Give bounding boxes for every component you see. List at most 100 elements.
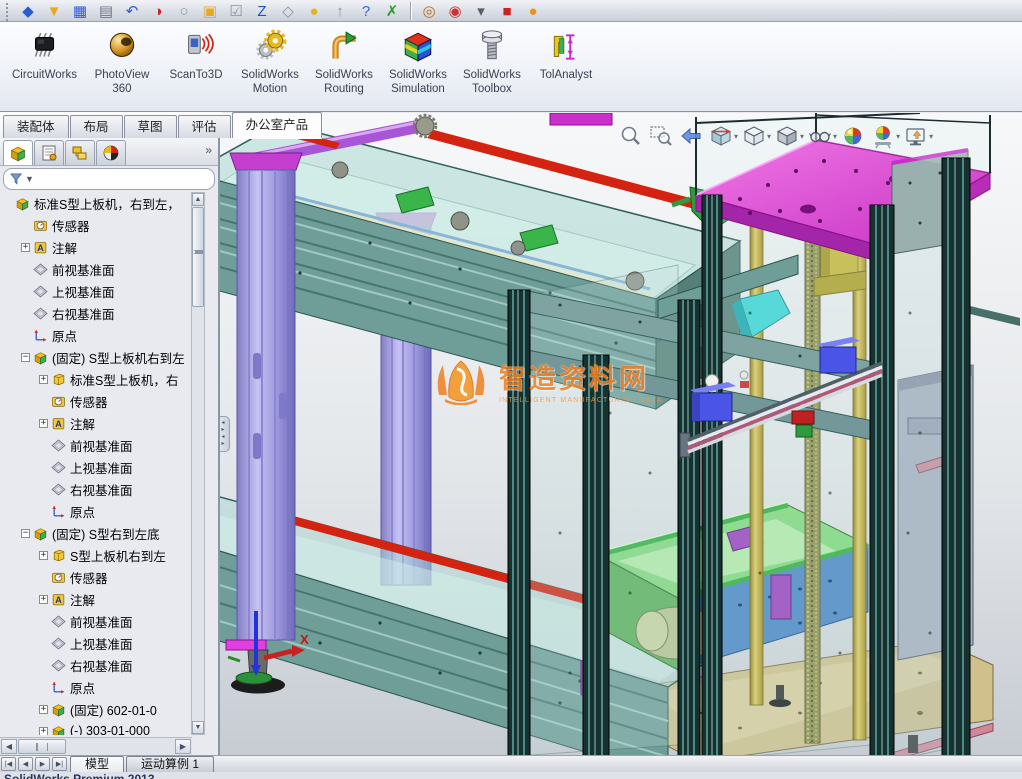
tree-item[interactable]: + 标准S型上板机，右	[0, 368, 192, 390]
tree-item[interactable]: − (固定) S型右到左底	[0, 522, 192, 544]
scroll-left-icon[interactable]: ◀	[1, 739, 17, 754]
tree-item[interactable]: − (固定) S型上板机右到左	[0, 346, 192, 368]
tree-vertical-scrollbar[interactable]: ▲ ▼	[191, 192, 205, 735]
collapse-icon[interactable]: −	[21, 352, 30, 362]
tree-item[interactable]: 上视基准面	[0, 280, 192, 302]
simulation-button[interactable]: SolidWorks Simulation	[381, 25, 455, 109]
undo-icon[interactable]: ↶	[119, 1, 145, 21]
scrollbar-thumb[interactable]	[192, 207, 204, 307]
display-manager-tab[interactable]	[96, 140, 126, 165]
collapse-icon[interactable]: −	[21, 528, 30, 538]
tree-item[interactable]: + A 注解	[0, 588, 192, 610]
tab-装配体[interactable]: 装配体	[3, 115, 69, 138]
stop-record-icon[interactable]: ■	[494, 1, 520, 21]
feature-manager-tab[interactable]	[3, 140, 33, 165]
routing-button[interactable]: SolidWorks Routing	[307, 25, 381, 109]
tab-评估[interactable]: 评估	[177, 115, 231, 138]
dropdown-caret-icon[interactable]: ▾	[896, 132, 900, 141]
tree-filter-input[interactable]: ▼	[3, 168, 215, 190]
tab-模型[interactable]: 模型	[70, 756, 125, 772]
move-component-icon[interactable]: ↑	[327, 1, 353, 21]
scroll-up-icon[interactable]: ▲	[192, 193, 204, 206]
tree-item[interactable]: 右视基准面	[0, 302, 192, 324]
expand-icon[interactable]: +	[39, 726, 48, 735]
next-tab-button[interactable]: ▶	[35, 757, 50, 771]
tree-item[interactable]: 标准S型上板机，右到左，	[0, 192, 192, 214]
tree-item[interactable]: + (固定) 602-01-0	[0, 698, 192, 720]
previous-tab-button[interactable]: ◀	[18, 757, 33, 771]
view-orientation-icon[interactable]	[741, 123, 767, 149]
expand-icon[interactable]: +	[21, 242, 30, 252]
scroll-down-icon[interactable]: ▼	[192, 721, 204, 734]
tree-item[interactable]: 原点	[0, 676, 192, 698]
tree-item[interactable]: 原点	[0, 324, 192, 346]
tolanalyst-button[interactable]: TolAnalyst	[529, 25, 603, 109]
tree-item[interactable]: 原点	[0, 500, 192, 522]
expand-more-icon[interactable]: ▾	[468, 1, 494, 21]
dropdown-caret-icon[interactable]: ▾	[734, 132, 738, 141]
panel-collapse-handle[interactable]: ◂ ▸ ◂ ▸	[220, 416, 230, 452]
circuitworks-button[interactable]: CircuitWorks	[4, 25, 85, 109]
configuration-manager-tab[interactable]	[65, 140, 95, 165]
first-tab-button[interactable]: |◀	[1, 757, 16, 771]
tree-item[interactable]: 上视基准面	[0, 632, 192, 654]
search-icon[interactable]: ◎	[416, 1, 442, 21]
expand-icon[interactable]: +	[39, 704, 48, 714]
rebuild-icon[interactable]: ◑	[145, 1, 171, 21]
hscrollbar-thumb[interactable]	[18, 739, 66, 754]
toolbar-grip[interactable]	[6, 3, 11, 21]
tree-item[interactable]: 传感器	[0, 390, 192, 412]
filter-caret-icon[interactable]: ▼	[25, 174, 34, 184]
tab-运动算例 1[interactable]: 运动算例 1	[126, 756, 215, 772]
tab-办公室产品[interactable]: 办公室产品	[231, 112, 323, 138]
dropdown-caret-icon[interactable]: ▾	[929, 132, 933, 141]
expand-icon[interactable]: +	[39, 418, 48, 428]
mate-icon[interactable]: ◇	[275, 1, 301, 21]
graphics-area[interactable]: X ▾ ▾ ▾ ▾ ▾ ▾ 智造资料网 INTELLIGENT MANUFACTURING…	[220, 113, 1022, 755]
tree-item[interactable]: 前视基准面	[0, 258, 192, 280]
sketch-icon[interactable]: Z	[249, 1, 275, 21]
property-manager-tab[interactable]	[34, 140, 64, 165]
edit-appearance-icon[interactable]: ●	[301, 1, 327, 21]
print-icon[interactable]: ▤	[93, 1, 119, 21]
tree-item[interactable]: 上视基准面	[0, 456, 192, 478]
tree-item[interactable]: + A 注解	[0, 236, 192, 258]
section-view-icon[interactable]	[708, 123, 734, 149]
tree-item[interactable]: 右视基准面	[0, 478, 192, 500]
tree-item[interactable]: 传感器	[0, 214, 192, 236]
tree-item[interactable]: + A 注解	[0, 412, 192, 434]
tree-item[interactable]: 前视基准面	[0, 434, 192, 456]
hide-show-items-icon[interactable]	[807, 123, 833, 149]
expand-icon[interactable]: +	[39, 374, 48, 384]
dropdown-caret-icon[interactable]: ▾	[833, 132, 837, 141]
tree-item[interactable]: 前视基准面	[0, 610, 192, 632]
visibility-icon[interactable]: ◉	[442, 1, 468, 21]
last-tab-button[interactable]: ▶|	[52, 757, 67, 771]
motion-manager-icon[interactable]: ●	[520, 1, 546, 21]
toolbox-button[interactable]: SolidWorks Toolbox	[455, 25, 529, 109]
view-settings-icon[interactable]	[903, 123, 929, 149]
expand-icon[interactable]: +	[39, 550, 48, 560]
tree-item[interactable]: + S型上板机右到左	[0, 544, 192, 566]
select-filter-icon[interactable]: ▣	[197, 1, 223, 21]
dropdown-caret-icon[interactable]: ▾	[800, 132, 804, 141]
dropdown-caret-icon[interactable]: ▾	[767, 132, 771, 141]
display-style-icon[interactable]	[774, 123, 800, 149]
check-document-icon[interactable]: ☑	[223, 1, 249, 21]
scanto3d-button[interactable]: ScanTo3D	[159, 25, 233, 109]
verification-icon[interactable]: ✗	[379, 1, 405, 21]
tree-horizontal-scrollbar[interactable]: ◀ ▶	[0, 737, 192, 755]
apply-scene-icon[interactable]	[870, 123, 896, 149]
panel-overflow-chevron[interactable]: »	[205, 143, 212, 157]
assembly-3d-model[interactable]: X	[220, 113, 1022, 755]
tab-布局[interactable]: 布局	[69, 115, 123, 138]
motion-button[interactable]: SolidWorks Motion	[233, 25, 307, 109]
open-document-icon[interactable]: ▼	[41, 1, 67, 21]
tree-item[interactable]: 传感器	[0, 566, 192, 588]
expand-icon[interactable]: +	[39, 594, 48, 604]
save-icon[interactable]: ▦	[67, 1, 93, 21]
new-document-icon[interactable]: ◆	[15, 1, 41, 21]
document-properties-icon[interactable]: ?	[353, 1, 379, 21]
photoview-button[interactable]: PhotoView 360	[85, 25, 159, 109]
tree-item[interactable]: 右视基准面	[0, 654, 192, 676]
